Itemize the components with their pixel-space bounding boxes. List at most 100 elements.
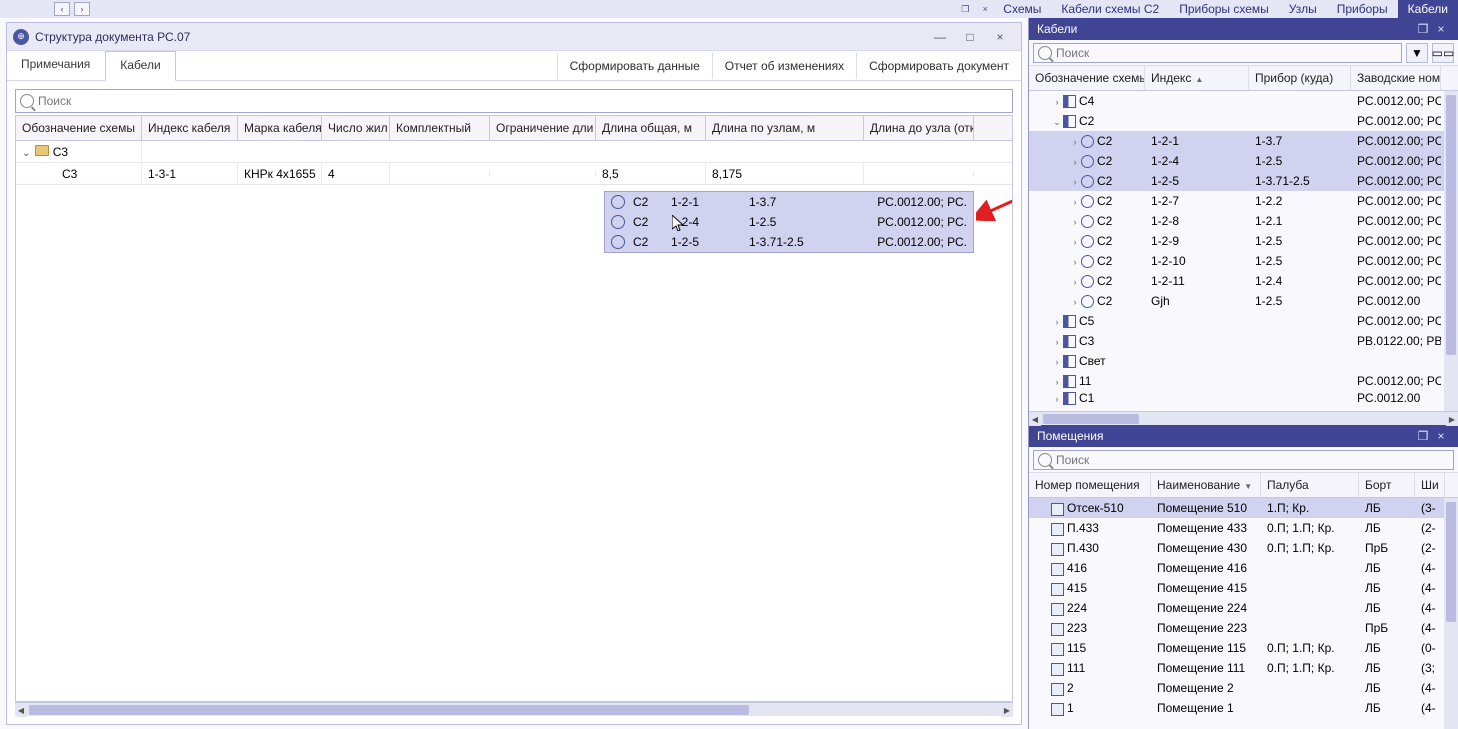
column-header[interactable]: Прибор (куда) [1249, 66, 1351, 90]
tree-toggle-icon[interactable]: › [1069, 297, 1081, 307]
hscroll-right-arrow[interactable]: ▶ [1001, 703, 1013, 717]
hscroll-right-arrow[interactable]: ▶ [1446, 412, 1458, 426]
cable-row[interactable]: ›С21-2-81-2.1РС.0012.00; РС. [1029, 211, 1458, 231]
schema-row[interactable]: ›С3РВ.0122.00; РВ. [1029, 331, 1458, 351]
minimize-button[interactable]: — [925, 27, 955, 47]
column-header[interactable]: Обозначение схемы [1029, 66, 1145, 90]
room-row[interactable]: 415Помещение 415ЛБ(4- [1029, 578, 1458, 598]
column-header[interactable]: Длина по узлам, м [706, 116, 864, 140]
cable-row[interactable]: ›С2Gjh1-2.5РС.0012.00 [1029, 291, 1458, 311]
document-grid-body[interactable]: ⌄ С3 С31-3-1КНРк 4х165548,58,175 С21-2-1… [15, 141, 1013, 702]
room-row[interactable]: 1Помещение 1ЛБ(4- [1029, 698, 1458, 718]
document-search-input[interactable] [38, 94, 1008, 108]
top-tab-3[interactable]: Узлы [1279, 0, 1327, 18]
room-row[interactable]: 111Помещение 1110.П; 1.П; Кр.ЛБ(3; [1029, 658, 1458, 678]
cables-search-input[interactable] [1056, 46, 1397, 60]
top-tab-0[interactable]: Схемы [993, 0, 1051, 18]
panel-close-icon[interactable]: × [1432, 22, 1450, 36]
room-row[interactable]: 115Помещение 1150.П; 1.П; Кр.ЛБ(0- [1029, 638, 1458, 658]
column-header[interactable]: Индекс кабеля [142, 116, 238, 140]
schema-row[interactable]: ⌄С2РС.0012.00; РС. [1029, 111, 1458, 131]
column-header[interactable]: Заводские номе [1351, 66, 1441, 90]
cable-row[interactable]: ›С21-2-111-2.4РС.0012.00; РС. [1029, 271, 1458, 291]
table-row[interactable]: С31-3-1КНРк 4х165548,58,175 [16, 163, 1012, 185]
schema-row[interactable]: ›С5РС.0012.00; РС. [1029, 311, 1458, 331]
top-tab-4[interactable]: Приборы [1327, 0, 1398, 18]
tree-toggle-icon[interactable]: › [1069, 177, 1081, 187]
tree-toggle-icon[interactable]: › [1069, 217, 1081, 227]
document-search[interactable] [15, 89, 1013, 113]
chevron-down-icon[interactable]: ⌄ [22, 148, 32, 159]
nav-forward-button[interactable]: › [74, 2, 90, 16]
cable-row[interactable]: ›С21-2-91-2.5РС.0012.00; РС. [1029, 231, 1458, 251]
room-row[interactable]: П.430Помещение 4300.П; 1.П; Кр.ПрБ(2- [1029, 538, 1458, 558]
column-header[interactable]: Палуба [1261, 473, 1359, 497]
column-header[interactable]: Наименование▼ [1151, 473, 1261, 497]
generate-document-button[interactable]: Сформировать документ [856, 53, 1021, 79]
column-header[interactable]: Борт [1359, 473, 1415, 497]
rooms-vscroll[interactable] [1444, 498, 1458, 729]
column-header[interactable]: Ограничение дли [490, 116, 596, 140]
vscroll-thumb[interactable] [1446, 95, 1456, 355]
tree-toggle-icon[interactable]: › [1051, 317, 1063, 327]
tree-toggle-icon[interactable]: › [1051, 377, 1063, 387]
close-icon[interactable]: × [977, 2, 993, 16]
hscroll-thumb[interactable] [29, 705, 749, 715]
top-tab-2[interactable]: Приборы схемы [1169, 0, 1279, 18]
room-row[interactable]: П.433Помещение 4330.П; 1.П; Кр.ЛБ(2- [1029, 518, 1458, 538]
tree-toggle-icon[interactable]: › [1051, 394, 1063, 404]
schema-row[interactable]: ›С1РС.0012.00 [1029, 391, 1458, 405]
hscroll-left-arrow[interactable]: ◀ [15, 703, 27, 717]
room-row[interactable]: 223Помещение 223ПрБ(4- [1029, 618, 1458, 638]
tree-toggle-icon[interactable]: › [1069, 277, 1081, 287]
schema-row[interactable]: ›Свет [1029, 351, 1458, 371]
top-tab-5[interactable]: Кабели [1398, 0, 1458, 18]
rooms-grid-body[interactable]: Отсек-510Помещение 5101.П; Кр.ЛБ(3-П.433… [1029, 498, 1458, 729]
column-header[interactable]: Комплектный [390, 116, 490, 140]
hscroll-left-arrow[interactable]: ◀ [1029, 412, 1041, 426]
tree-toggle-icon[interactable]: › [1069, 197, 1081, 207]
room-row[interactable]: Отсек-510Помещение 5101.П; Кр.ЛБ(3- [1029, 498, 1458, 518]
hscroll-thumb[interactable] [1043, 414, 1139, 424]
nav-back-button[interactable]: ‹ [54, 2, 70, 16]
cable-row[interactable]: ›С21-2-41-2.5РС.0012.00; РС. [1029, 151, 1458, 171]
room-row[interactable]: 224Помещение 224ЛБ(4- [1029, 598, 1458, 618]
changes-report-button[interactable]: Отчет об изменениях [712, 53, 856, 79]
column-header[interactable]: Число жил [322, 116, 390, 140]
cable-row[interactable]: ›С21-2-101-2.5РС.0012.00; РС. [1029, 251, 1458, 271]
layout-button[interactable]: ▭▭ [1432, 43, 1454, 63]
room-row[interactable]: 416Помещение 416ЛБ(4- [1029, 558, 1458, 578]
column-header[interactable]: Длина общая, м [596, 116, 706, 140]
tree-toggle-icon[interactable]: › [1051, 337, 1063, 347]
cables-grid-body[interactable]: ›С4РС.0012.00; РС.⌄С2РС.0012.00; РС. ›С21… [1029, 91, 1458, 411]
panel-restore-icon[interactable]: ❐ [1414, 22, 1432, 36]
column-header[interactable]: Марка кабеля [238, 116, 322, 140]
top-tab-1[interactable]: Кабели схемы С2 [1051, 0, 1169, 18]
generate-data-button[interactable]: Сформировать данные [557, 53, 712, 79]
schema-row[interactable]: ›С4РС.0012.00; РС. [1029, 91, 1458, 111]
tree-root-row[interactable]: ⌄ С3 [16, 141, 1012, 163]
restore-icon[interactable]: ❐ [957, 2, 973, 16]
column-header[interactable]: Ши [1415, 473, 1445, 497]
filter-button[interactable]: ▼ [1406, 43, 1428, 63]
tree-toggle-icon[interactable]: › [1051, 97, 1063, 107]
doc-tab-1[interactable]: Кабели [105, 51, 175, 81]
tree-toggle-icon[interactable]: › [1069, 157, 1081, 167]
room-row[interactable]: 2Помещение 2ЛБ(4- [1029, 678, 1458, 698]
doc-tab-0[interactable]: Примечания [7, 51, 105, 80]
tree-toggle-icon[interactable]: › [1069, 257, 1081, 267]
tree-toggle-icon[interactable]: ⌄ [1051, 117, 1063, 128]
cable-row[interactable]: ›С21-2-51-3.71-2.5РС.0012.00; РС. [1029, 171, 1458, 191]
cables-vscroll[interactable] [1444, 91, 1458, 411]
tree-toggle-icon[interactable]: › [1051, 357, 1063, 367]
panel-close-icon[interactable]: × [1432, 429, 1450, 443]
cable-row[interactable]: ›С21-2-71-2.2РС.0012.00; РС. [1029, 191, 1458, 211]
rooms-search-input[interactable] [1056, 453, 1449, 467]
close-button[interactable]: × [985, 27, 1015, 47]
maximize-button[interactable]: □ [955, 27, 985, 47]
cables-hscroll[interactable]: ◀ ▶ [1029, 411, 1458, 425]
column-header[interactable]: Длина до узла (отк [864, 116, 974, 140]
column-header[interactable]: Обозначение схемы [16, 116, 142, 140]
tree-toggle-icon[interactable]: › [1069, 237, 1081, 247]
column-header[interactable]: Индекс▲ [1145, 66, 1249, 90]
